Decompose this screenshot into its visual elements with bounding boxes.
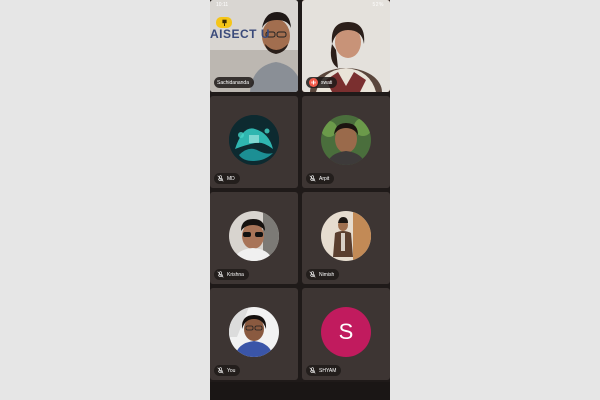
participant-tile-you[interactable]: You [210,288,298,380]
participant-name-chip: Arpit [306,173,335,184]
participant-tile-krishna[interactable]: Krishna [210,192,298,284]
participant-name: Nimish [319,271,335,278]
participant-tile-sachidananda[interactable]: AISECT U Sachidananda [210,0,298,92]
participant-tile-swati[interactable]: swati [302,0,390,92]
mic-off-icon [217,367,224,374]
mic-off-icon [217,271,224,278]
pin-icon [221,19,227,26]
avatar [229,115,279,165]
participant-name: Sachidananda [217,79,249,86]
bottom-bar [210,382,390,400]
meeting-screen: 10:11 52% AISECT U Sachidananda swati MD… [210,0,390,400]
participant-tile-shyam[interactable]: S SHYAM [302,288,390,380]
status-time: 10:11 [216,2,229,8]
status-bar: 10:11 52% [210,0,390,10]
participant-name: swati [321,79,333,86]
participant-name: MD [227,175,235,182]
participant-name: SHYAM [319,367,337,374]
participant-name: Krishna [227,271,244,278]
avatar [321,211,371,261]
mic-off-icon [309,271,316,278]
participant-name-chip: SHYAM [306,365,342,376]
mic-off-icon [309,367,316,374]
speaking-indicator-icon [309,78,318,87]
participant-name-chip: Nimish [306,269,340,280]
participant-name-chip: Sachidananda [214,77,254,88]
participant-tile-arpit[interactable]: Arpit [302,96,390,188]
mic-off-icon [217,175,224,182]
participant-name: Arpit [319,175,330,182]
avatar [321,115,371,165]
banner-text: AISECT U [210,27,271,41]
participant-name-chip: swati [306,77,338,88]
participant-tile-nimish[interactable]: Nimish [302,192,390,284]
letter-avatar: S [321,307,371,357]
participant-name-chip: MD [214,173,240,184]
participant-name-chip: Krishna [214,269,249,280]
avatar [229,307,279,357]
mic-off-icon [309,175,316,182]
status-battery: 52% [372,2,384,8]
participant-name-chip: You [214,365,241,376]
participant-tile-md[interactable]: MD [210,96,298,188]
participant-name: You [227,367,236,374]
pin-button[interactable] [216,17,232,28]
avatar [229,211,279,261]
